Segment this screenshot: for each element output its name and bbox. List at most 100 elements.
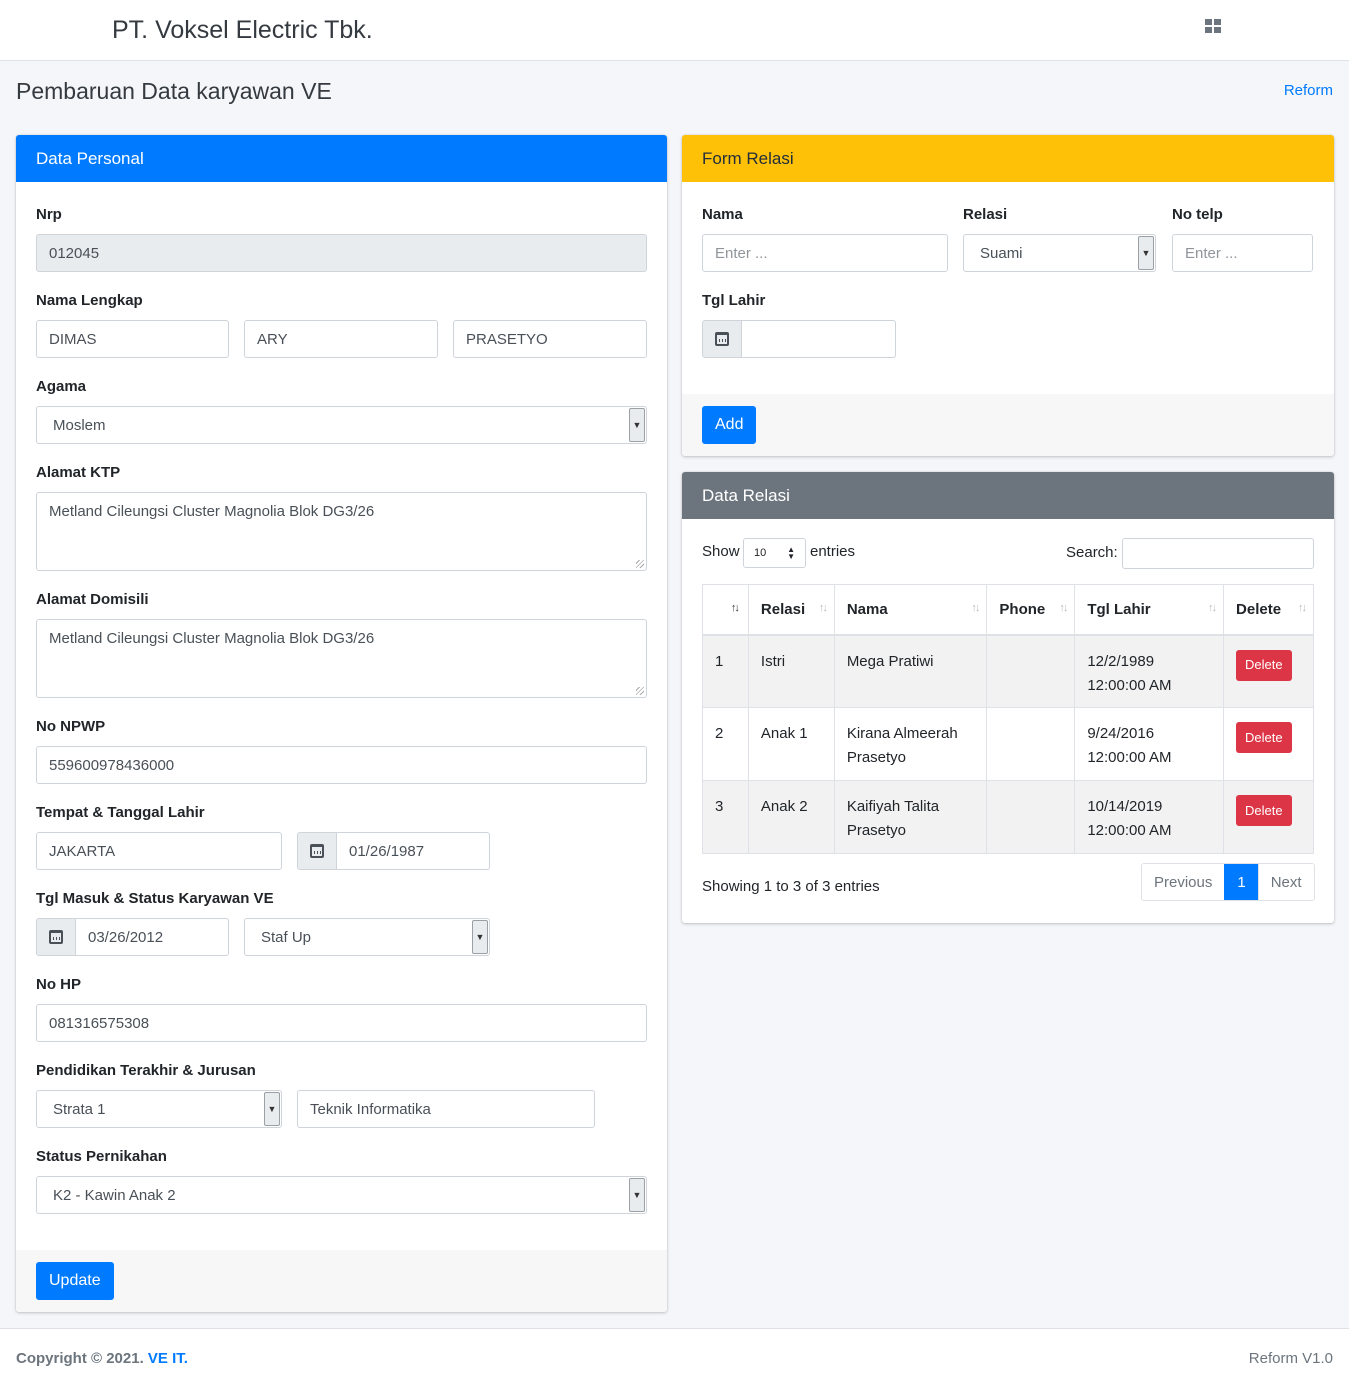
nrp-field[interactable]: 012045 [36, 234, 647, 272]
col-phone-label: Phone [999, 600, 1046, 618]
cell-tgl-date: 9/24/2016 [1087, 725, 1155, 742]
pendidikan-select[interactable]: Strata 1 ▼ [36, 1090, 282, 1128]
relasi-tgl-lahir-field[interactable] [742, 320, 896, 358]
cell-nama-line: Kirana Almeerah [846, 725, 958, 742]
table-info: Showing 1 to 3 of 3 entries [702, 878, 880, 895]
cell-tgl-time: 12:00:00 AM [1087, 676, 1172, 694]
col-relasi-header[interactable]: Relasi ↑↓ [747, 584, 835, 636]
calendar-button[interactable] [297, 832, 337, 870]
pagination-next[interactable]: Next [1257, 864, 1314, 900]
cell-nama-line: Prasetyo [846, 822, 907, 839]
status-karyawan-select[interactable]: Staf Up ▼ [244, 918, 490, 956]
relasi-tgl-lahir-group [702, 320, 896, 358]
cell-delete: Delete [1223, 707, 1314, 781]
cell-no: 3 [702, 780, 749, 854]
search-input[interactable] [1122, 538, 1314, 569]
cell-no: 1 [702, 634, 749, 708]
data-relasi-title: Data Relasi [702, 485, 790, 505]
data-personal-header: Data Personal [16, 135, 667, 182]
col-nama-label: Nama [846, 600, 888, 618]
show-label: Show [702, 543, 740, 560]
resize-grip-icon[interactable] [636, 687, 644, 695]
cell-relasi: Anak 2 [747, 780, 835, 854]
agama-value: Moslem [53, 416, 106, 434]
form-relasi-header: Form Relasi [682, 135, 1334, 182]
relasi-tgl-lahir-label: Tgl Lahir [702, 292, 766, 309]
delete-button[interactable]: Delete [1236, 795, 1292, 826]
cell-phone [986, 707, 1076, 781]
reform-link[interactable]: Reform [1284, 82, 1333, 99]
col-phone-header[interactable]: Phone ↑↓ [986, 584, 1076, 636]
col-delete-label: Delete [1236, 600, 1282, 618]
cell-tgl-lahir: 9/24/2016 12:00:00 AM [1074, 707, 1225, 781]
cell-nama: Mega Pratiwi [833, 634, 988, 708]
data-personal-footer: Update [16, 1250, 667, 1312]
alamat-ktp-textarea[interactable]: Metland Cileungsi Cluster Magnolia Blok … [36, 492, 647, 571]
form-relasi-card: Form Relasi Nama Enter ... Relasi Suami … [682, 135, 1334, 456]
resize-grip-icon[interactable] [636, 560, 644, 568]
cell-nama: Kaifiyah Talita Prasetyo [833, 780, 988, 854]
relasi-nama-label: Nama [702, 206, 743, 223]
tempat-lahir-field[interactable]: JAKARTA [36, 832, 282, 870]
first-name-field[interactable]: DIMAS [36, 320, 229, 358]
sort-updown-icon: ▲ ▼ [787, 545, 795, 561]
update-button[interactable]: Update [36, 1262, 114, 1300]
relasi-value: Suami [980, 244, 1023, 262]
calendar-button[interactable] [702, 320, 742, 358]
delete-button[interactable]: Delete [1236, 649, 1292, 681]
sort-icon: ↑↓ [1059, 602, 1068, 614]
chevron-down-icon: ▼ [472, 920, 488, 954]
col-relasi-label: Relasi [760, 600, 806, 618]
copyright-text: Copyright © 2021. [16, 1350, 148, 1367]
page-size-value: 10 [754, 547, 767, 559]
col-nama-header[interactable]: Nama ↑↓ [833, 584, 988, 636]
cell-relasi: Istri [747, 634, 835, 708]
jurusan-field[interactable]: Teknik Informatika [297, 1090, 595, 1128]
no-hp-label: No HP [36, 976, 81, 993]
data-relasi-header: Data Relasi [682, 472, 1334, 519]
middle-name-field[interactable]: ARY [244, 320, 438, 358]
cell-delete: Delete [1223, 634, 1314, 708]
status-karyawan-value: Staf Up [261, 928, 312, 946]
no-hp-field[interactable]: 081316575308 [36, 1004, 647, 1042]
pagination-previous[interactable]: Previous [1142, 864, 1225, 900]
agama-select[interactable]: Moslem ▼ [36, 406, 647, 444]
calendar-button[interactable] [36, 918, 76, 956]
page-footer: Copyright © 2021. VE IT. Reform V1.0 [0, 1328, 1349, 1385]
cell-no: 2 [702, 707, 749, 781]
ve-it-link[interactable]: VE IT. [148, 1350, 188, 1367]
tgl-masuk-field[interactable]: 03/26/2012 [76, 918, 229, 956]
alamat-domisili-textarea[interactable]: Metland Cileungsi Cluster Magnolia Blok … [36, 619, 647, 698]
col-no-header[interactable]: ↑↓ [702, 584, 749, 636]
pagination-page-1[interactable]: 1 [1224, 864, 1258, 900]
cell-phone [986, 634, 1076, 708]
no-telp-input[interactable]: Enter ... [1172, 234, 1313, 272]
col-tgl-lahir-header[interactable]: Tgl Lahir ↑↓ [1074, 584, 1225, 636]
grid-icon[interactable] [1205, 19, 1221, 33]
delete-button[interactable]: Delete [1236, 722, 1292, 753]
add-button[interactable]: Add [702, 406, 757, 444]
cell-tgl-lahir: 10/14/2019 12:00:00 AM [1074, 780, 1225, 854]
sort-icon: ↑↓ [818, 602, 828, 614]
top-navbar: PT. Voksel Electric Tbk. [0, 0, 1349, 61]
page-title: Pembaruan Data karyawan VE [16, 78, 332, 104]
sort-asc-icon: ↑↓ [730, 602, 740, 614]
last-name-field[interactable]: PRASETYO [453, 320, 647, 358]
sort-icon: ↑↓ [971, 602, 980, 614]
sort-icon: ↑↓ [1208, 602, 1217, 614]
calendar-icon [49, 930, 63, 944]
pendidikan-label: Pendidikan Terakhir & Jurusan [36, 1062, 256, 1079]
tanggal-lahir-field[interactable]: 01/26/1987 [337, 832, 490, 870]
cell-nama-line: Kaifiyah Talita [846, 798, 940, 815]
relasi-select[interactable]: Suami ▼ [963, 234, 1156, 272]
page-size-select[interactable]: 10 ▲ ▼ [743, 538, 806, 568]
copyright: Copyright © 2021. VE IT. [16, 1350, 188, 1367]
npwp-field[interactable]: 559600978436000 [36, 746, 647, 784]
chevron-down-icon: ▼ [629, 1178, 645, 1212]
status-pernikahan-select[interactable]: K2 - Kawin Anak 2 ▼ [36, 1176, 647, 1214]
relasi-nama-input[interactable]: Enter ... [702, 234, 948, 272]
cell-nama-line: Prasetyo [846, 749, 907, 766]
col-delete-header[interactable]: Delete ↑↓ [1223, 584, 1314, 636]
form-relasi-title: Form Relasi [702, 148, 794, 168]
chevron-down-icon: ▼ [1138, 236, 1154, 270]
